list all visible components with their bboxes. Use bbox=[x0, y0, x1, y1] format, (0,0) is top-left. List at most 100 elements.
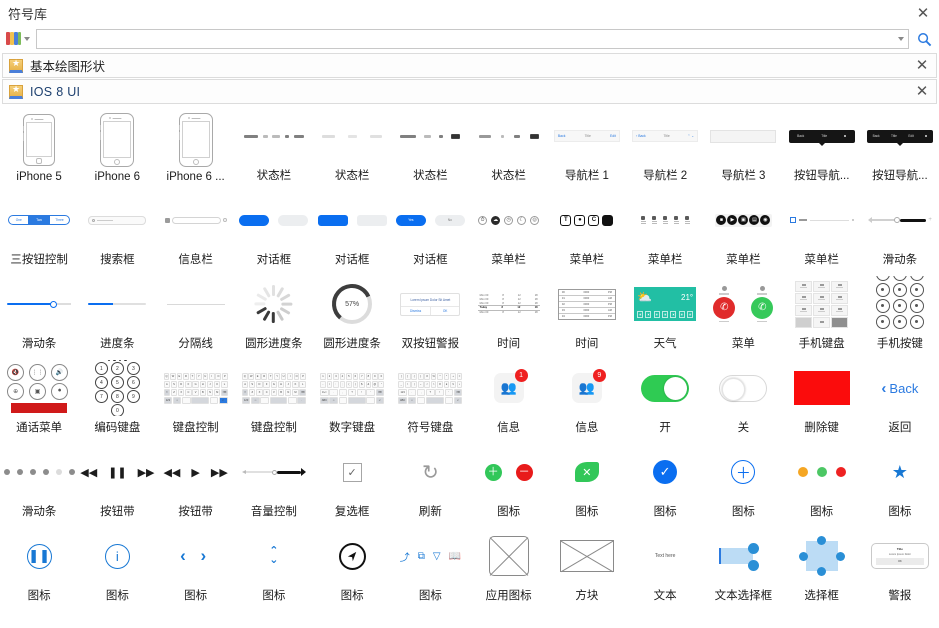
shape-thumbnail[interactable]: ✕ bbox=[548, 444, 626, 500]
shape-item[interactable]: 🔇 ⋮⋮ 🔊 ⊕ ▣ ⏺ 通话菜单 bbox=[0, 360, 78, 444]
shape-thumbnail[interactable]: ★ bbox=[861, 444, 939, 500]
shape-item[interactable]: Q W E R T Y U I O P A S D F G H J K L ⇧ Z X C V B N M ⌫ 123 ☺ ↵ 键盘控制 bbox=[157, 360, 235, 444]
category-close-button[interactable]: ✕ bbox=[912, 82, 932, 102]
shape-thumbnail[interactable] bbox=[391, 108, 469, 164]
shape-thumbnail[interactable]: + bbox=[861, 192, 939, 248]
shape-item[interactable]: iPhone 6 ... bbox=[157, 108, 235, 192]
shape-thumbnail[interactable]: 1234567890 bbox=[78, 360, 156, 416]
shape-thumbnail[interactable] bbox=[548, 528, 626, 584]
shape-thumbnail[interactable]: ◀◀ ▶ ▶▶ bbox=[157, 444, 235, 500]
shape-thumbnail[interactable]: Text here bbox=[626, 528, 704, 584]
shape-thumbnail[interactable] bbox=[783, 192, 861, 248]
shape-item[interactable]: Lorem Ipsum Dolor Sit Amet Dismiss OK 双按钮警… bbox=[391, 276, 469, 360]
shape-item[interactable]: 文本选择框 bbox=[704, 528, 782, 612]
shape-thumbnail[interactable] bbox=[78, 112, 156, 168]
shape-thumbnail[interactable]: ⌃ ⌄ bbox=[235, 528, 313, 584]
shape-thumbnail[interactable]: Back Title Edit bbox=[548, 108, 626, 164]
shape-thumbnail[interactable]: ‹ Back Title ⌃ ⌄ bbox=[626, 108, 704, 164]
shape-thumbnail[interactable]: Mon 00 8 12 18 Mon 00 8 12 18 Mon 00 8 12 18 Today 8 1… bbox=[470, 276, 548, 332]
shape-thumbnail[interactable]: i bbox=[78, 528, 156, 584]
shape-thumbnail[interactable]: ＋ bbox=[704, 444, 782, 500]
shape-item[interactable]: Q W E R T Y U I O P A S D F G H J K L ⇧ Z X C V B N M ⌫ 123 ☺. 键盘控制 bbox=[235, 360, 313, 444]
shape-thumbnail[interactable]: ◀◀ ❚❚ ▶▶ bbox=[78, 444, 156, 500]
shape-item[interactable]: 00 0000 PM 01 0000 AM 02 0000 PM 03 0000 AM 04 0000 PM… bbox=[548, 276, 626, 360]
shape-thumbnail[interactable]: Lorem Ipsum Dolor Sit Amet Dismiss OK bbox=[391, 276, 469, 332]
shape-item[interactable]: []{} #% ^ * + = _ \ | ~ < > € £ ¥ • 123.,?! ' ⌫ ABC ☺ ↵ 符号键盘 bbox=[391, 360, 469, 444]
shape-item[interactable]: 对话框 bbox=[313, 192, 391, 276]
shape-item[interactable]: 图标 bbox=[313, 528, 391, 612]
shape-item[interactable]: 搜索框 bbox=[78, 192, 156, 276]
shape-thumbnail[interactable] bbox=[783, 276, 861, 332]
shape-thumbnail[interactable] bbox=[861, 276, 939, 332]
shape-thumbnail[interactable]: 57% bbox=[313, 276, 391, 332]
shape-thumbnail[interactable] bbox=[157, 276, 235, 332]
shape-thumbnail[interactable]: T ● C bbox=[548, 192, 626, 248]
shape-thumbnail[interactable] bbox=[704, 528, 782, 584]
shape-item[interactable]: ⌃ ⌄ 图标 bbox=[235, 528, 313, 612]
shape-thumbnail[interactable] bbox=[704, 360, 782, 416]
shape-thumbnail[interactable]: ❚❚ bbox=[0, 528, 78, 584]
shape-thumbnail[interactable]: []{} #% ^ * + = _ \ | ~ < > € £ ¥ • 123.,?! ' ⌫ ABC ☺ ↵ bbox=[391, 360, 469, 416]
shape-item[interactable]: 57% 圆形进度条 bbox=[313, 276, 391, 360]
shape-item[interactable]: iPhone 5 bbox=[0, 108, 78, 192]
shape-thumbnail[interactable] bbox=[0, 276, 78, 332]
shape-item[interactable]: 图标 bbox=[783, 444, 861, 528]
shape-thumbnail[interactable]: 🔇 ⋮⋮ 🔊 ⊕ ▣ ⏺ bbox=[0, 360, 78, 416]
shape-thumbnail[interactable] bbox=[626, 360, 704, 416]
shape-item[interactable]: 状态栏 bbox=[470, 108, 548, 192]
shape-item[interactable]: Back Title Edit 导航栏 1 bbox=[548, 108, 626, 192]
shape-item[interactable]: One Two Three 三按钮控制 bbox=[0, 192, 78, 276]
category-header-ios8[interactable]: ★ IOS 8 UI ✕ bbox=[2, 79, 937, 104]
shape-item[interactable]: ■ ▶ ▣ ▤ ◉ 菜单栏 bbox=[704, 192, 782, 276]
shape-item[interactable]: iPhone 6 bbox=[78, 108, 156, 192]
shape-item[interactable]: 滑动条 bbox=[0, 276, 78, 360]
shape-thumbnail[interactable] bbox=[235, 108, 313, 164]
shape-thumbnail[interactable]: ■ ▶ ▣ ▤ ◉ bbox=[704, 192, 782, 248]
window-close-button[interactable]: ✕ bbox=[913, 3, 933, 23]
shape-item[interactable]: 选择框 bbox=[783, 528, 861, 612]
shape-item[interactable]: 圆形进度条 bbox=[235, 276, 313, 360]
shape-item[interactable]: ⤴ ⧉ ▽ 📖 图标 bbox=[391, 528, 469, 612]
shape-item[interactable]: 状态栏 bbox=[313, 108, 391, 192]
shape-thumbnail[interactable]: ‹ › bbox=[157, 528, 235, 584]
shape-thumbnail[interactable]: 1 2 3 4 5 6 7 8 9 0- /:;() $ & @ " #+=.,?! ' ⌫ ABC ☺ ↵ bbox=[313, 360, 391, 416]
shape-item[interactable]: 应用图标 bbox=[470, 528, 548, 612]
shape-item[interactable]: 1 2 3 4 5 6 7 8 9 0 编码键盘 bbox=[78, 360, 156, 444]
shape-item[interactable]: ✆ ✆ 菜单 bbox=[704, 276, 782, 360]
shape-item[interactable]: 进度条 bbox=[78, 276, 156, 360]
checkbox-icon[interactable]: ✓ bbox=[342, 462, 362, 482]
shape-thumbnail[interactable] bbox=[313, 108, 391, 164]
shape-thumbnail[interactable] bbox=[0, 444, 78, 500]
shape-thumbnail[interactable]: Back Title Edit bbox=[861, 108, 939, 164]
shape-thumbnail[interactable]: ✓ bbox=[626, 444, 704, 500]
shape-item[interactable]: ＋－ 图标 bbox=[470, 444, 548, 528]
shape-thumbnail[interactable] bbox=[470, 108, 548, 164]
shape-item[interactable]: + 滑动条 bbox=[861, 192, 939, 276]
shape-item[interactable]: 分隔线 bbox=[157, 276, 235, 360]
shape-thumbnail[interactable]: ✆ ✆ bbox=[704, 276, 782, 332]
shape-item[interactable]: ‹ Back 返回 bbox=[861, 360, 939, 444]
shape-thumbnail[interactable] bbox=[235, 192, 313, 248]
shape-thumbnail[interactable]: ✓ bbox=[313, 444, 391, 500]
shape-item[interactable]: ⛅ 21° ☀ ☀ ☀ ☀ ☀ ☀ ☀ 天气 bbox=[626, 276, 704, 360]
shape-thumbnail[interactable]: ⏱ ☁ ◷ ☾ ◎ bbox=[470, 192, 548, 248]
shape-item[interactable]: ✓ 图标 bbox=[626, 444, 704, 528]
shape-item[interactable]: 菜单栏 bbox=[626, 192, 704, 276]
shape-item[interactable]: ◀◀ ▶ ▶▶ 按钮带 bbox=[157, 444, 235, 528]
shape-item[interactable]: 关 bbox=[704, 360, 782, 444]
shape-thumbnail[interactable] bbox=[78, 276, 156, 332]
shape-thumbnail[interactable]: One Two Three bbox=[0, 192, 78, 248]
shape-thumbnail[interactable]: ↻ bbox=[391, 444, 469, 500]
shape-thumbnail[interactable] bbox=[470, 528, 548, 584]
shape-thumbnail[interactable] bbox=[626, 192, 704, 248]
shape-thumbnail[interactable]: 00 0000 PM 01 0000 AM 02 0000 PM 03 0000 AM 04 0000 PM bbox=[548, 276, 626, 332]
shape-item[interactable]: Back Title 按钮导航... bbox=[783, 108, 861, 192]
shape-thumbnail[interactable]: ＋－ bbox=[470, 444, 548, 500]
shape-item[interactable]: ❚❚ 图标 bbox=[0, 528, 78, 612]
shape-thumbnail[interactable]: ⛅ 21° ☀ ☀ ☀ ☀ ☀ ☀ ☀ bbox=[626, 276, 704, 332]
shape-thumbnail[interactable] bbox=[313, 192, 391, 248]
shape-item[interactable]: Title Lorem Ipsum Dolor OK 警报 bbox=[861, 528, 939, 612]
shape-thumbnail[interactable] bbox=[235, 444, 313, 500]
shape-item[interactable]: ↻ 刷新 bbox=[391, 444, 469, 528]
shape-thumbnail[interactable] bbox=[157, 112, 235, 168]
